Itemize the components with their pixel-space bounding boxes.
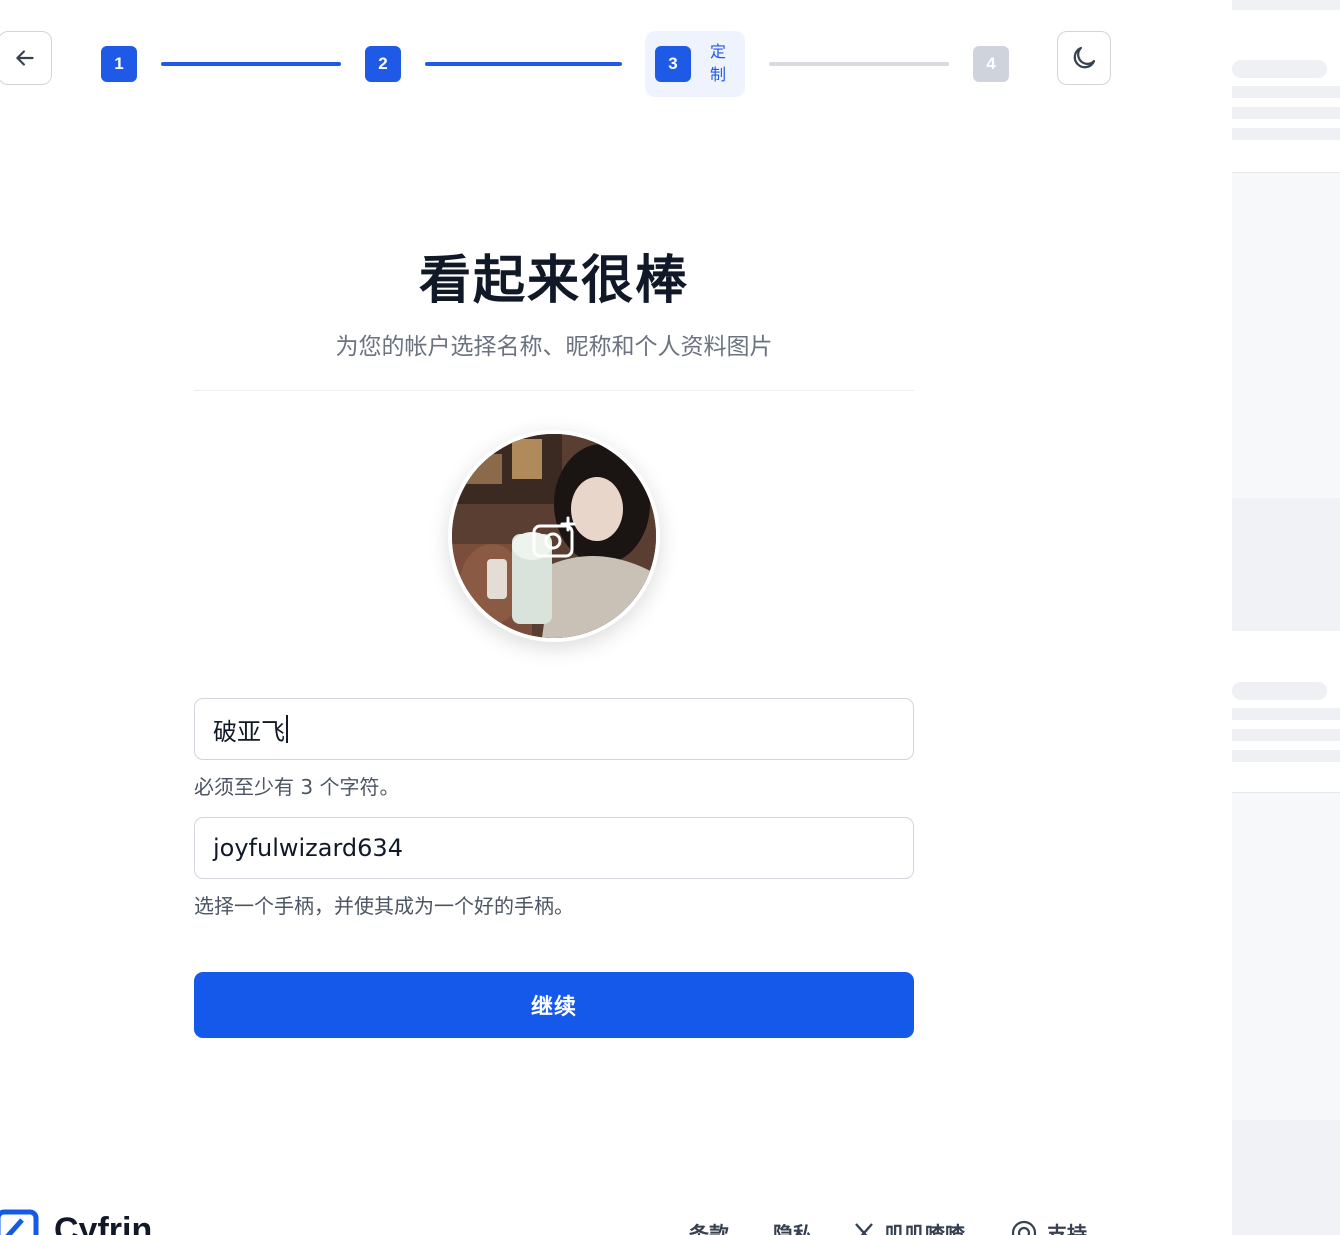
section-divider <box>194 390 914 391</box>
continue-button[interactable]: 继续 <box>194 972 914 1038</box>
footer-logo[interactable]: Cyfrin <box>0 1208 152 1235</box>
onboarding-page: 1 2 3 定制 4 看起来很棒 为您的帐户选择名称、昵称和个人资料图片 破亚飞… <box>0 0 1340 1235</box>
lifebuoy-icon <box>1011 1220 1037 1235</box>
step-3-label: 定制 <box>709 42 726 84</box>
step-3-indicator[interactable]: 3 <box>655 46 691 82</box>
side-preview-panel <box>1232 0 1340 1235</box>
skeleton-line <box>1232 682 1327 700</box>
footer-link-terms[interactable]: 条款 <box>689 1218 729 1235</box>
footer-link-x-label: 叽叽喳喳 <box>885 1222 965 1235</box>
display-name-input[interactable]: 破亚飞 <box>194 698 914 760</box>
step-4-indicator: 4 <box>973 46 1009 82</box>
handle-hint: 选择一个手柄，并使其成为一个好的手柄。 <box>194 894 574 918</box>
back-button[interactable] <box>0 31 52 85</box>
handle-input[interactable]: joyfulwizard634 <box>194 817 914 879</box>
skeleton-bar <box>1232 0 1340 10</box>
skeleton-line <box>1232 128 1340 140</box>
skeleton-divider <box>1232 792 1340 793</box>
footer-link-privacy[interactable]: 隐私 <box>773 1218 813 1235</box>
arrow-left-icon <box>16 50 34 66</box>
skeleton-line <box>1232 86 1340 98</box>
camera-plus-icon <box>532 516 578 564</box>
skeleton-block <box>1232 498 1340 631</box>
footer-link-support-label: 支持 <box>1047 1222 1087 1235</box>
page-subtitle: 为您的帐户选择名称、昵称和个人资料图片 <box>335 334 773 360</box>
text-caret <box>286 715 288 743</box>
step-1-indicator[interactable]: 1 <box>101 46 137 82</box>
avatar-upload-button[interactable] <box>448 430 660 642</box>
page-title: 看起来很棒 <box>418 251 689 311</box>
footer-link-x[interactable]: 叽叽喳喳 <box>853 1218 965 1235</box>
display-name-hint: 必须至少有 3 个字符。 <box>194 775 400 799</box>
cyfrin-logo-icon <box>0 1209 39 1235</box>
skeleton-divider <box>1232 172 1340 173</box>
footer-link-support[interactable]: 支持 <box>1011 1218 1087 1235</box>
skeleton-line <box>1232 750 1340 762</box>
theme-toggle-button[interactable] <box>1057 31 1111 85</box>
skeleton-line <box>1232 107 1340 119</box>
footer-brand-name: Cyfrin <box>54 1210 153 1235</box>
moon-icon <box>1073 46 1096 69</box>
step-connector-3 <box>769 62 949 66</box>
avatar-image <box>452 434 656 638</box>
handle-value: joyfulwizard634 <box>213 834 403 862</box>
skeleton-line <box>1232 729 1340 741</box>
x-logo-icon <box>855 1222 873 1235</box>
display-name-value: 破亚飞 <box>213 717 285 746</box>
skeleton-block <box>1232 1120 1340 1235</box>
step-2-indicator[interactable]: 2 <box>365 46 401 82</box>
step-connector-1 <box>161 62 341 66</box>
step-connector-2 <box>425 62 622 66</box>
skeleton-line <box>1232 60 1327 78</box>
skeleton-line <box>1232 708 1340 720</box>
